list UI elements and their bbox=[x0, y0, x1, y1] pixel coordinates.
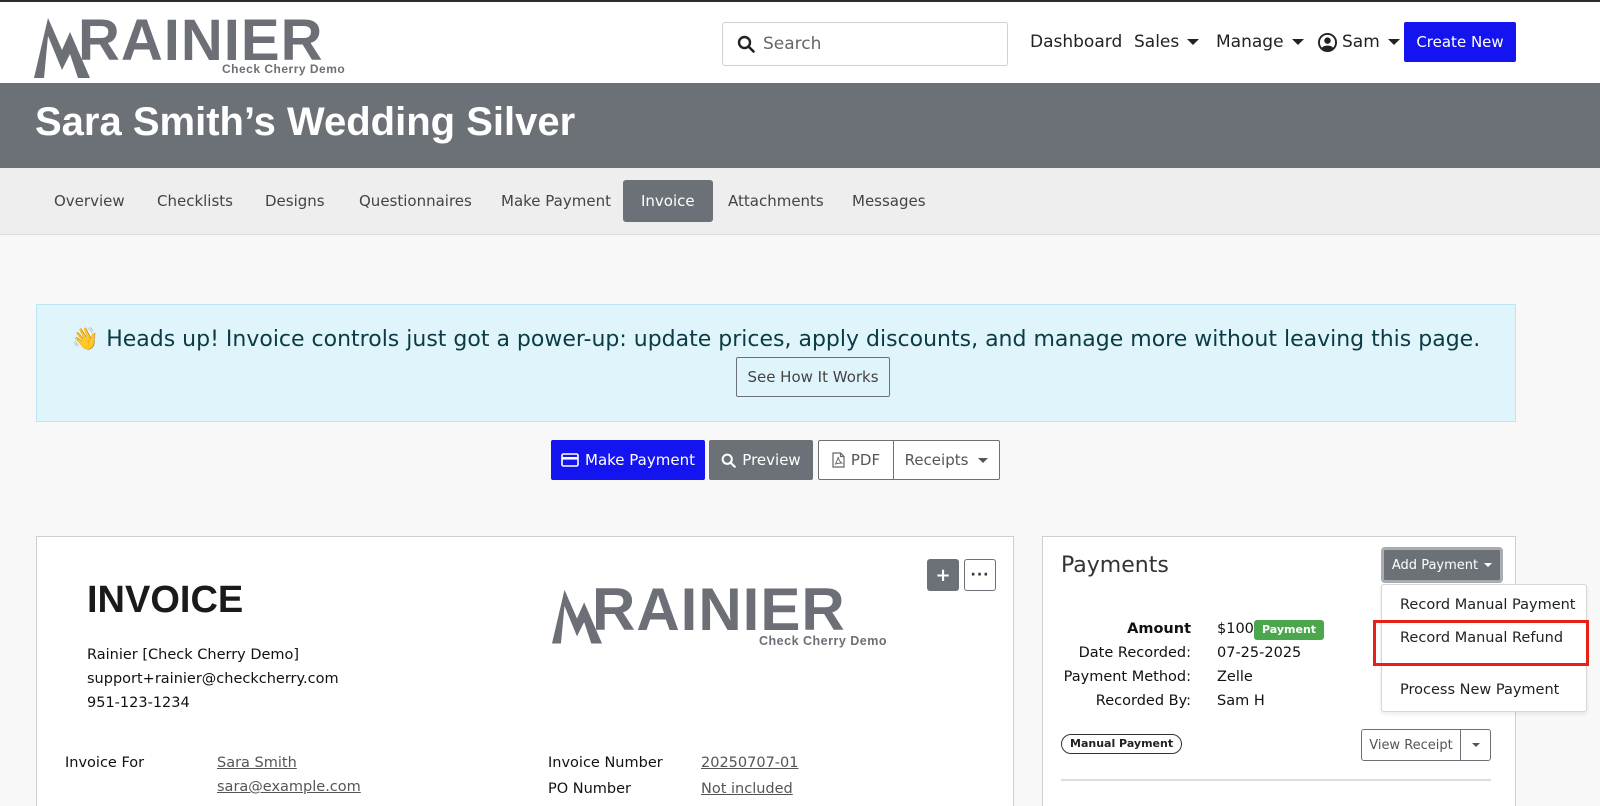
add-payment-dropdown-menu: Record Manual Payment Record Manual Refu… bbox=[1381, 584, 1587, 712]
client-name-link[interactable]: Sara Smith bbox=[217, 755, 297, 771]
nav-manage[interactable]: Manage bbox=[1216, 32, 1304, 52]
wave-emoji-icon: 👋 bbox=[71, 327, 100, 352]
nav-sales[interactable]: Sales bbox=[1134, 32, 1200, 52]
search-icon bbox=[721, 453, 737, 468]
caret-down-icon bbox=[978, 457, 989, 463]
plus-icon: + bbox=[935, 564, 951, 586]
client-email-link[interactable]: sara@example.com bbox=[217, 779, 361, 795]
tab-invoice[interactable]: Invoice bbox=[623, 180, 713, 222]
user-circle-icon bbox=[1318, 32, 1337, 52]
preview-button[interactable]: Preview bbox=[709, 440, 813, 480]
search-input[interactable] bbox=[763, 34, 993, 54]
invoice-number-label: Invoice Number bbox=[548, 755, 663, 771]
tab-attachments[interactable]: Attachments bbox=[710, 180, 842, 222]
view-receipt-dropdown-toggle[interactable] bbox=[1460, 729, 1491, 761]
search-icon bbox=[737, 35, 755, 53]
amount-label: Amount bbox=[1127, 621, 1191, 637]
pdf-label: PDF bbox=[850, 451, 881, 469]
add-payment-button[interactable]: Add Payment bbox=[1381, 547, 1503, 583]
recorded-by-label: Recorded By: bbox=[1095, 693, 1191, 709]
menu-item-record-manual-refund[interactable]: Record Manual Refund bbox=[1400, 630, 1563, 646]
nav-user-label: Sam bbox=[1342, 32, 1380, 52]
recorded-by-value: Sam H bbox=[1217, 693, 1265, 709]
invoice-number-link[interactable]: 20250707-01 bbox=[701, 755, 799, 771]
view-receipt-button[interactable]: View Receipt bbox=[1361, 729, 1461, 761]
tab-checklists[interactable]: Checklists bbox=[139, 180, 251, 222]
see-how-it-works-button[interactable]: See How It Works bbox=[736, 357, 890, 397]
add-payment-label: Add Payment bbox=[1391, 557, 1479, 573]
menu-divider bbox=[1382, 663, 1586, 664]
payments-divider bbox=[1061, 779, 1491, 781]
create-new-button[interactable]: Create New bbox=[1404, 22, 1516, 62]
amount-value: $100 bbox=[1217, 621, 1254, 637]
caret-down-icon bbox=[1484, 563, 1493, 567]
invoice-logo-subtitle: Check Cherry Demo bbox=[759, 634, 887, 648]
date-recorded-label: Date Recorded: bbox=[1078, 645, 1191, 661]
ellipsis-icon: ··· bbox=[970, 567, 990, 583]
payment-method-label: Payment Method: bbox=[1063, 669, 1191, 685]
rainier-logo[interactable]: RAINIER Check Cherry Demo bbox=[34, 10, 354, 80]
po-number-link[interactable]: Not included bbox=[701, 781, 793, 797]
tab-overview[interactable]: Overview bbox=[36, 180, 143, 222]
invoice-logo-wordmark: RAINIER bbox=[592, 576, 846, 643]
file-pdf-icon bbox=[832, 452, 845, 468]
company-email: support+rainier@checkcherry.com bbox=[87, 671, 339, 687]
page-title-bar: Sara Smith’s Wedding Silver bbox=[0, 83, 1600, 168]
make-payment-label: Make Payment bbox=[585, 451, 695, 469]
payments-title: Payments bbox=[1061, 553, 1169, 578]
receipts-dropdown-button[interactable]: Receipts bbox=[893, 440, 1000, 480]
tab-bar: Overview Checklists Designs Questionnair… bbox=[0, 168, 1600, 235]
nav-sales-label: Sales bbox=[1134, 32, 1180, 52]
invoice-logo: RAINIER Check Cherry Demo bbox=[552, 577, 902, 657]
alert-message: 👋 Heads up! Invoice controls just got a … bbox=[37, 327, 1515, 352]
invoice-heading: INVOICE bbox=[87, 579, 244, 621]
caret-down-icon bbox=[1471, 743, 1480, 747]
caret-down-icon bbox=[1387, 39, 1400, 45]
manual-payment-badge: Manual Payment bbox=[1061, 734, 1183, 754]
tab-designs[interactable]: Designs bbox=[247, 180, 343, 222]
make-payment-button[interactable]: Make Payment bbox=[551, 440, 705, 480]
search-box[interactable] bbox=[722, 22, 1008, 66]
payment-type-badge: Payment bbox=[1254, 620, 1325, 640]
tab-questionnaires[interactable]: Questionnaires bbox=[341, 180, 490, 222]
menu-item-record-manual-payment[interactable]: Record Manual Payment bbox=[1400, 597, 1576, 613]
pdf-button[interactable]: PDF bbox=[818, 440, 894, 480]
tab-messages[interactable]: Messages bbox=[834, 180, 944, 222]
invoice-card: + ··· INVOICE Rainier [Check Cherry Demo… bbox=[36, 536, 1014, 806]
tab-make-payment[interactable]: Make Payment bbox=[483, 180, 629, 222]
more-options-button[interactable]: ··· bbox=[964, 559, 996, 591]
top-navbar: RAINIER Check Cherry Demo Dashboard Sale… bbox=[0, 0, 1600, 83]
info-alert: 👋 Heads up! Invoice controls just got a … bbox=[36, 304, 1516, 422]
nav-dashboard[interactable]: Dashboard bbox=[1030, 32, 1122, 52]
logo-subtitle: Check Cherry Demo bbox=[222, 62, 346, 76]
add-item-button[interactable]: + bbox=[927, 559, 959, 591]
preview-label: Preview bbox=[742, 451, 801, 469]
caret-down-icon bbox=[1187, 39, 1200, 45]
company-phone: 951-123-1234 bbox=[87, 695, 190, 711]
credit-card-icon bbox=[561, 453, 579, 467]
caret-down-icon bbox=[1291, 39, 1304, 45]
receipts-label: Receipts bbox=[904, 451, 969, 469]
payment-method-value: Zelle bbox=[1217, 669, 1253, 685]
alert-text: Heads up! Invoice controls just got a po… bbox=[106, 327, 1481, 352]
invoice-for-label: Invoice For bbox=[65, 755, 145, 771]
po-number-label: PO Number bbox=[548, 781, 632, 797]
nav-dashboard-label: Dashboard bbox=[1030, 32, 1123, 52]
menu-item-process-new-payment[interactable]: Process New Payment bbox=[1400, 682, 1559, 698]
nav-manage-label: Manage bbox=[1216, 32, 1284, 52]
nav-user-menu[interactable]: Sam bbox=[1318, 32, 1400, 52]
date-recorded-value: 07-25-2025 bbox=[1217, 645, 1302, 661]
page-title: Sara Smith’s Wedding Silver bbox=[35, 100, 576, 144]
company-name: Rainier [Check Cherry Demo] bbox=[87, 647, 300, 663]
